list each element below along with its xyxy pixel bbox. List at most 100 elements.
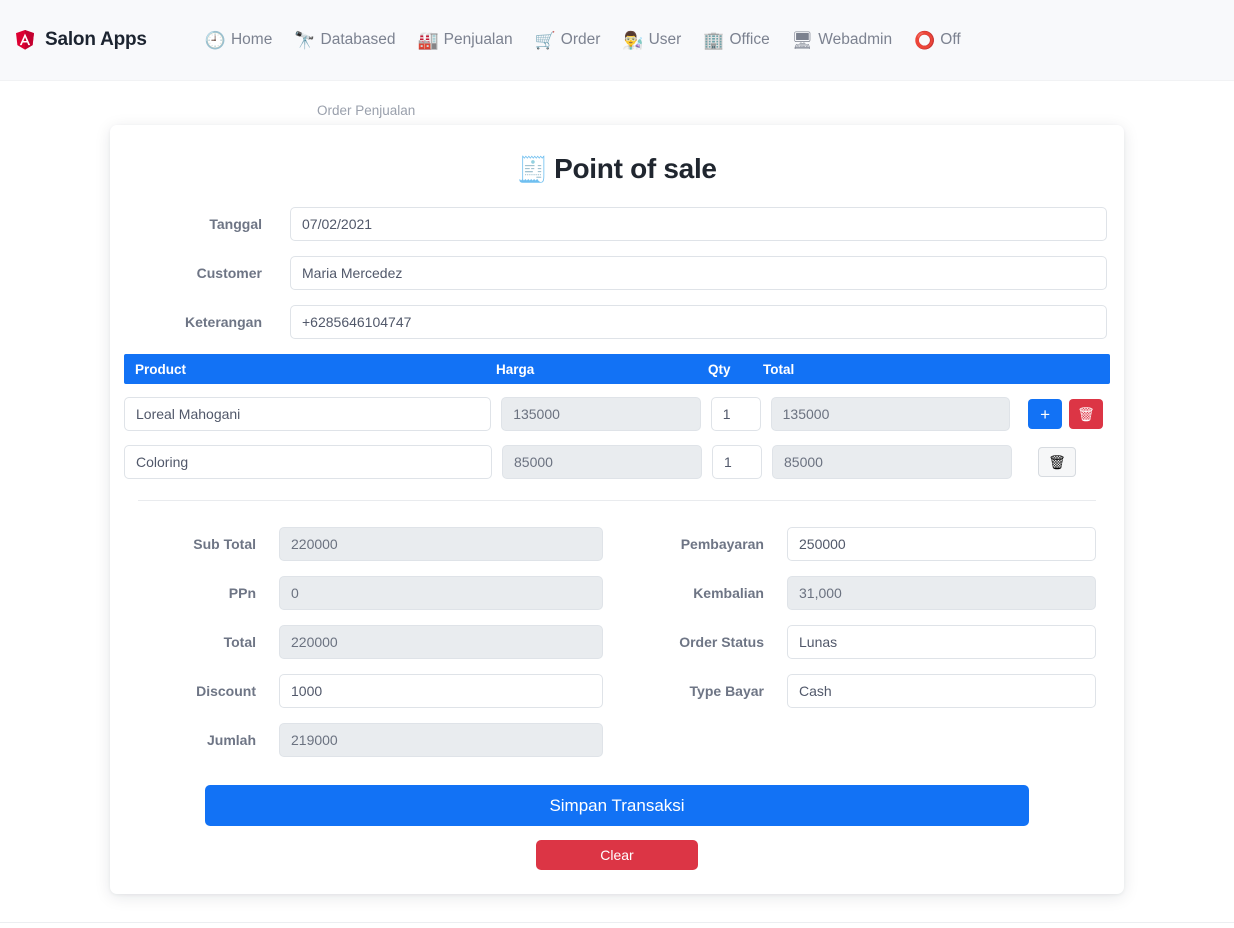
- field-row-customer: Customer: [124, 256, 1110, 290]
- column-header-total: Total: [763, 361, 795, 377]
- totals-section: Sub Total PPn Total Discount Jumlah: [124, 527, 1110, 772]
- nav-item-webadmin[interactable]: 🖥 Webadmin: [792, 31, 892, 49]
- qty-input[interactable]: [710, 397, 761, 431]
- simpan-transaksi-button[interactable]: Simpan Transaksi: [205, 785, 1029, 826]
- field-row-order-status: Order Status: [617, 625, 1110, 659]
- nav-item-user[interactable]: 👨‍🔬 User: [622, 31, 681, 49]
- angular-shield-icon: [14, 29, 36, 52]
- label-discount: Discount: [196, 683, 256, 699]
- nav-item-label: User: [648, 31, 682, 48]
- nav-item-label: Office: [729, 31, 770, 48]
- tanggal-input[interactable]: [290, 207, 1107, 241]
- column-header-qty: Qty: [708, 361, 731, 377]
- product-input[interactable]: [124, 397, 492, 431]
- label-sub-total: Sub Total: [193, 536, 256, 552]
- point-of-sale-card: 🧾Point of sale Tanggal Customer Keterang…: [110, 125, 1124, 894]
- column-header-harga: Harga: [496, 361, 535, 377]
- nav-item-home[interactable]: 🕘 Home: [205, 31, 273, 49]
- label-pembayaran: Pembayaran: [680, 536, 764, 552]
- person-icon: 👨‍🔬: [622, 30, 644, 50]
- field-row-jumlah: Jumlah: [124, 723, 617, 757]
- shopping-cart-icon: 🛒: [534, 30, 556, 50]
- nav-item-off[interactable]: ⭕ Off: [914, 31, 961, 49]
- label-keterangan: Keterangan: [184, 314, 262, 330]
- field-row-type-bayar: Type Bayar: [617, 674, 1110, 708]
- nav-item-order[interactable]: 🛒 Order: [535, 31, 601, 49]
- delete-row-button[interactable]: 🗑: [1038, 447, 1076, 477]
- table-row: + 🗑: [124, 397, 1110, 431]
- field-row-kembalian: Kembalian: [617, 576, 1110, 610]
- customer-input[interactable]: [290, 256, 1107, 290]
- nav-item-office[interactable]: 🏢 Office: [703, 31, 769, 49]
- breadcrumb[interactable]: Order Penjualan: [317, 103, 415, 118]
- brand-logo[interactable]: Salon Apps: [14, 29, 147, 52]
- field-row-sub-total: Sub Total: [124, 527, 617, 561]
- items-table-header: Product Harga Qty Total: [124, 354, 1110, 384]
- product-input[interactable]: [124, 445, 492, 479]
- total-input: [770, 397, 1011, 431]
- type-bayar-input[interactable]: [787, 674, 1096, 708]
- nav-item-penjualan[interactable]: 🏭 Penjualan: [418, 31, 513, 49]
- nav-item-databased[interactable]: 🔭 Databased: [294, 31, 395, 49]
- trash-icon: 🗑: [1077, 405, 1095, 422]
- cell-qty: [710, 397, 761, 431]
- page-title-text: Point of sale: [554, 153, 717, 184]
- clear-button[interactable]: Clear: [536, 840, 698, 870]
- nav-item-label: Order: [560, 31, 601, 48]
- total-amount-input: [279, 625, 603, 659]
- ppn-input: [279, 576, 603, 610]
- harga-input: [502, 445, 702, 479]
- nav-item-label: Penjualan: [443, 31, 513, 48]
- qty-input[interactable]: [712, 445, 762, 479]
- jumlah-input: [279, 723, 603, 757]
- monitor-icon: 🖥: [791, 30, 814, 50]
- label-jumlah: Jumlah: [206, 732, 256, 748]
- label-customer: Customer: [196, 265, 262, 281]
- power-off-icon: ⭕: [914, 30, 936, 50]
- top-navbar: Salon Apps 🕘 Home 🔭 Databased 🏭 Penjuala…: [0, 0, 1234, 81]
- nav-item-label: Off: [940, 31, 961, 48]
- label-total: Total: [223, 634, 256, 650]
- trash-icon: 🗑: [1048, 453, 1066, 470]
- label-ppn: PPn: [228, 585, 256, 601]
- telescope-icon: 🔭: [294, 30, 316, 50]
- section-divider: [138, 500, 1096, 501]
- discount-input[interactable]: [279, 674, 603, 708]
- sub-total-input: [279, 527, 603, 561]
- keterangan-input[interactable]: [290, 305, 1107, 339]
- field-row-pembayaran: Pembayaran: [617, 527, 1110, 561]
- field-row-tanggal: Tanggal: [124, 207, 1110, 241]
- field-row-ppn: PPn: [124, 576, 617, 610]
- nav-item-label: Databased: [320, 31, 396, 48]
- brand-name: Salon Apps: [45, 29, 147, 50]
- totals-right-column: Pembayaran Kembalian Order Status Type B…: [617, 527, 1110, 772]
- clock-icon: 🕘: [204, 30, 226, 50]
- label-type-bayar: Type Bayar: [689, 683, 764, 699]
- totals-left-column: Sub Total PPn Total Discount Jumlah: [124, 527, 617, 772]
- nav-item-label: Home: [230, 31, 273, 48]
- cell-harga: [501, 397, 701, 431]
- office-building-icon: 🏢: [703, 30, 725, 50]
- pembayaran-input[interactable]: [787, 527, 1096, 561]
- cash-register-icon: 🧾: [517, 156, 549, 184]
- order-status-input[interactable]: [787, 625, 1096, 659]
- field-row-keterangan: Keterangan: [124, 305, 1110, 339]
- factory-icon: 🏭: [417, 30, 439, 50]
- cell-harga: [502, 445, 702, 479]
- kembalian-input: [787, 576, 1096, 610]
- field-row-discount: Discount: [124, 674, 617, 708]
- add-row-button[interactable]: +: [1028, 399, 1063, 429]
- footer-divider: [0, 922, 1234, 923]
- field-row-total: Total: [124, 625, 617, 659]
- cell-total: [770, 397, 1011, 431]
- column-header-product: Product: [135, 361, 187, 377]
- cell-product: [124, 445, 492, 479]
- nav-item-label: Webadmin: [818, 31, 893, 48]
- label-kembalian: Kembalian: [693, 585, 764, 601]
- nav-links: 🕘 Home 🔭 Databased 🏭 Penjualan 🛒 Order 👨…: [205, 31, 961, 49]
- harga-input: [501, 397, 701, 431]
- cell-qty: [712, 445, 762, 479]
- cell-total: [772, 445, 1012, 479]
- table-row: 🗑: [124, 445, 1110, 479]
- delete-row-button[interactable]: 🗑: [1069, 399, 1104, 429]
